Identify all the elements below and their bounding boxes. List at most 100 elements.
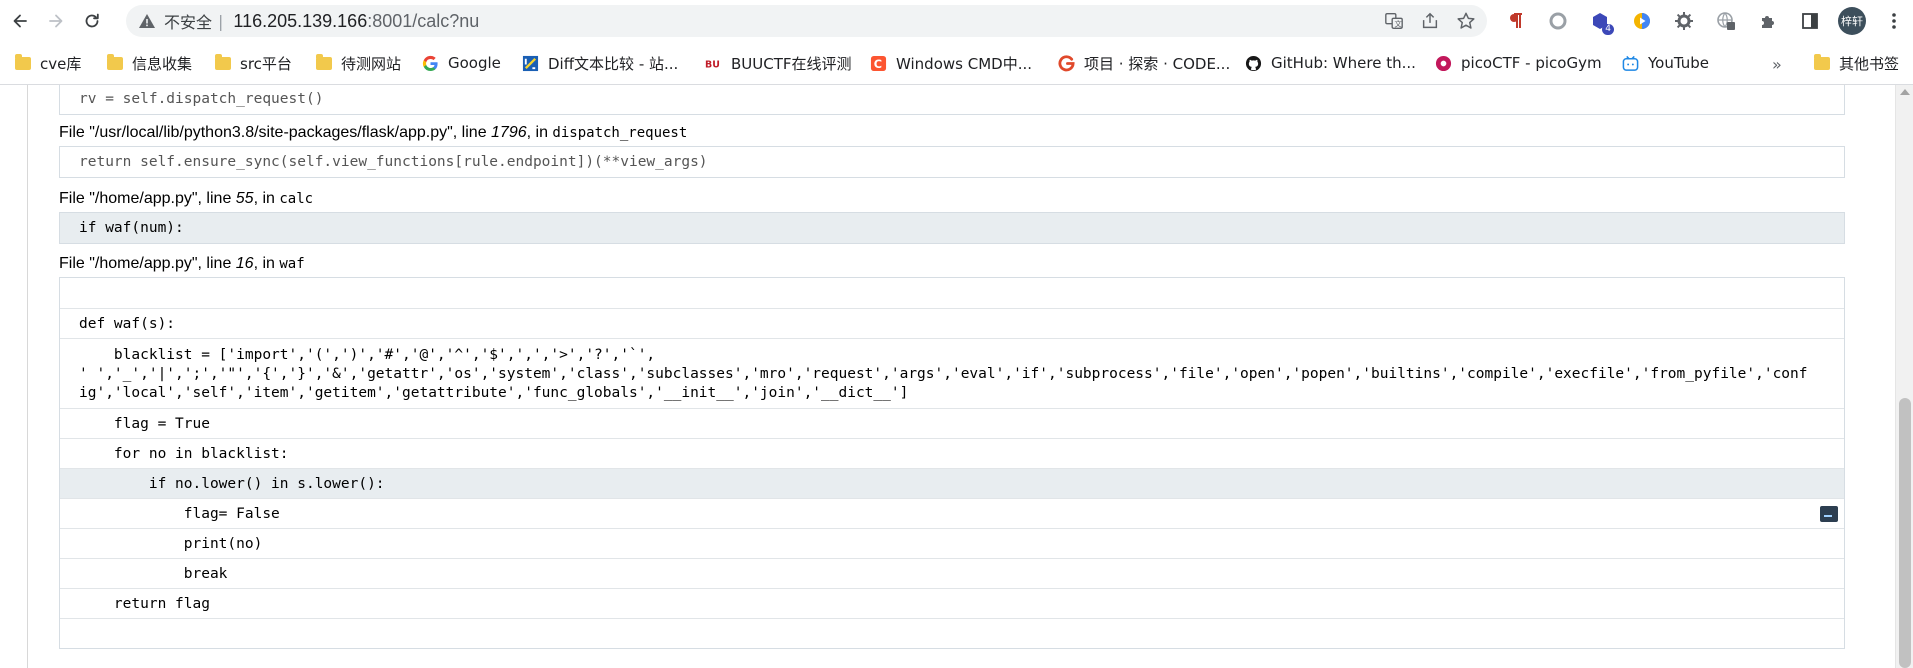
bookmarks-bar: cve库 信息收集 src平台 待测网站 Google Diff文本比较 - 站… (0, 42, 1913, 85)
code-line[interactable]: for no in blacklist: (60, 438, 1844, 468)
extension-badge: 4 (1602, 24, 1614, 35)
side-panel-icon[interactable] (1794, 5, 1826, 37)
bookmark-label: Google (448, 54, 501, 72)
arrow-right-icon (49, 14, 63, 28)
scroll-up-arrow-icon[interactable] (1900, 89, 1910, 95)
bookmarks-overflow-button[interactable]: » (1772, 55, 1782, 74)
svg-text:BU: BU (705, 59, 720, 70)
code-line[interactable]: blacklist = ['import','(',')','#','@','^… (60, 338, 1844, 408)
url-text[interactable]: 116.205.139.166:8001/calc?nu (233, 11, 479, 32)
frame-text: , in (253, 255, 280, 272)
gitcode-icon (1058, 54, 1075, 72)
profile-button[interactable]: 梓轩 (1836, 5, 1868, 37)
translate-icon[interactable]: 文 (1383, 10, 1405, 32)
diff-icon (522, 55, 539, 72)
frame-path: /home/app.py (94, 190, 192, 207)
code-line-console[interactable]: flag= False (60, 498, 1844, 528)
bookmark-other-folder[interactable]: 其他书签 (1805, 49, 1907, 77)
frame-function: waf (279, 256, 305, 272)
address-bar[interactable]: 不安全 | 116.205.139.166:8001/calc?nu 文 (126, 5, 1487, 37)
bookmark-label: Windows CMD中... (896, 54, 1032, 73)
source-box: def waf(s): blacklist = ['import','(',')… (59, 277, 1845, 649)
code-line[interactable]: return flag (60, 588, 1844, 618)
reload-icon (85, 13, 99, 28)
code-line[interactable] (60, 618, 1844, 648)
bookmark-label: YouTube (1648, 54, 1709, 72)
github-icon (1245, 55, 1262, 72)
forward-button[interactable] (38, 3, 74, 39)
traceback-page: rv = self.dispatch_request() File "/usr/… (0, 85, 1895, 668)
frame-text: ", line (447, 124, 492, 141)
back-button[interactable] (2, 3, 38, 39)
frame-function: dispatch_request (552, 125, 688, 141)
proxy-extension-icon[interactable] (1710, 5, 1742, 37)
frame-header: File "/home/app.py", line 16, in waf (59, 255, 305, 273)
pilcrow-extension-icon[interactable] (1500, 5, 1532, 37)
scrollbar-thumb[interactable] (1899, 398, 1911, 668)
svg-text:文: 文 (1394, 19, 1402, 28)
frame-line-number: 55 (235, 190, 254, 207)
arrow-left-icon (13, 14, 27, 28)
code-line-current[interactable]: if no.lower() in s.lower(): (60, 468, 1844, 498)
bookmark-label: BUUCTF在线评测 (731, 54, 852, 73)
code-line[interactable]: rv = self.dispatch_request() (60, 85, 1844, 114)
bookmark-label: Diff文本比较 - 站... (548, 54, 679, 73)
code-line[interactable]: flag = True (60, 408, 1844, 438)
frame-text: File " (59, 255, 95, 272)
bilibili-icon (1622, 55, 1639, 72)
code-line-current[interactable]: if waf(num): (60, 213, 1844, 243)
frame-line-number: 1796 (491, 124, 527, 141)
gear-extension-icon[interactable] (1668, 5, 1700, 37)
code-line[interactable] (60, 278, 1844, 308)
frame-text: , in (253, 190, 280, 207)
cube-extension-icon[interactable]: 4 (1584, 5, 1616, 37)
bookmark-diff[interactable]: Diff文本比较 - 站... (514, 49, 686, 77)
bookmark-src[interactable]: src平台 (206, 49, 300, 77)
bookmark-gitcode[interactable]: 项目 · 探索 · CODE... (1050, 49, 1238, 77)
warning-icon[interactable] (138, 12, 156, 30)
bookmark-label: 待测网站 (341, 54, 402, 73)
page-scrollbar[interactable] (1895, 85, 1913, 668)
code-line[interactable]: def waf(s): (60, 308, 1844, 338)
frame-text: ", line (191, 255, 236, 272)
svg-text:C: C (874, 57, 882, 71)
code-line[interactable]: return self.ensure_sync(self.view_functi… (60, 147, 1844, 177)
code-text: flag= False (79, 506, 280, 522)
buuctf-icon: BU (705, 55, 722, 72)
frame-header: File "/usr/local/lib/python3.8/site-pack… (59, 124, 687, 142)
source-box: if waf(num): (59, 212, 1845, 244)
bookmark-csdn[interactable]: C Windows CMD中... (862, 49, 1040, 77)
frame-path: /usr/local/lib/python3.8/site-packages/f… (94, 124, 448, 141)
star-icon[interactable] (1455, 10, 1477, 32)
folder-icon (14, 53, 31, 72)
bookmark-info-gathering[interactable]: 信息收集 (98, 49, 200, 77)
console-icon[interactable] (1820, 506, 1838, 522)
frame-text: , in (526, 124, 553, 141)
browser-toolbar: 不安全 | 116.205.139.166:8001/calc?nu 文 4 梓… (0, 0, 1913, 42)
avatar: 梓轩 (1838, 7, 1866, 35)
circle-extension-icon[interactable] (1542, 5, 1574, 37)
url-host: 116.205.139.166 (233, 10, 368, 31)
bookmark-picoctf[interactable]: picoCTF - picoGym (1427, 49, 1610, 77)
code-line[interactable]: break (60, 558, 1844, 588)
bookmark-github[interactable]: GitHub: Where th... (1237, 49, 1424, 77)
bookmark-test-sites[interactable]: 待测网站 (307, 49, 409, 77)
frame-text: File " (59, 190, 95, 207)
extensions-puzzle-icon[interactable] (1752, 5, 1784, 37)
bookmark-buuctf[interactable]: BU BUUCTF在线评测 (697, 49, 860, 77)
insecure-label[interactable]: 不安全 (164, 9, 212, 33)
bookmark-youtube[interactable]: YouTube (1614, 49, 1717, 77)
menu-kebab-icon[interactable] (1878, 5, 1910, 37)
bookmark-cve[interactable]: cve库 (6, 49, 89, 77)
code-line[interactable]: print(no) (60, 528, 1844, 558)
bookmark-label: 信息收集 (132, 54, 193, 73)
frame-text: ", line (191, 190, 236, 207)
reload-button[interactable] (74, 3, 110, 39)
frame-function: calc (279, 191, 314, 207)
media-extension-icon[interactable] (1626, 5, 1658, 37)
google-icon (422, 55, 439, 72)
share-icon[interactable] (1419, 10, 1441, 32)
frame-header: File "/home/app.py", line 55, in calc (59, 190, 313, 208)
address-bar-actions: 文 (1383, 5, 1477, 37)
bookmark-google[interactable]: Google (414, 49, 509, 77)
